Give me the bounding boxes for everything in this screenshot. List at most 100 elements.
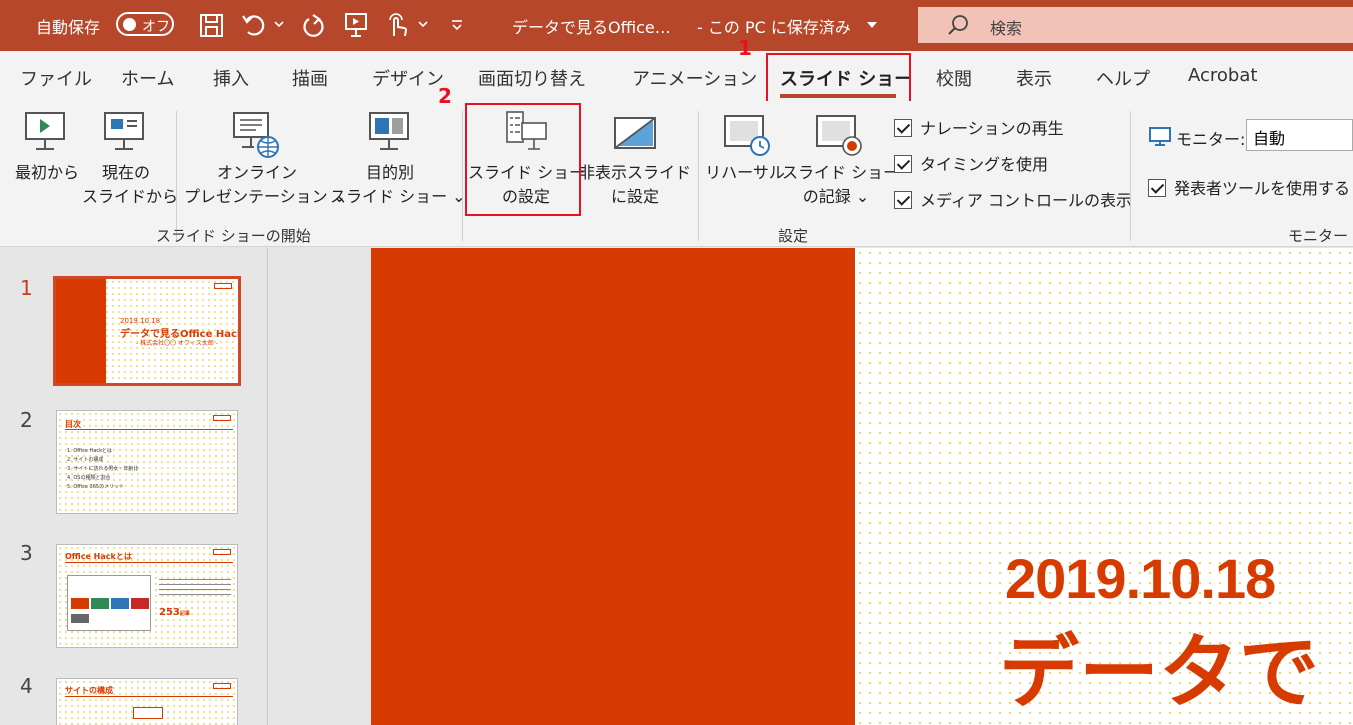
thumb-badge	[213, 549, 231, 555]
present-from-start-icon[interactable]	[343, 10, 371, 40]
autosave-label: 自動保存	[36, 18, 101, 37]
checkbox-checked	[894, 191, 912, 209]
show-media-controls-label: メディア コントロールの表示	[920, 191, 1132, 210]
toggle-knob	[123, 18, 136, 31]
tab-help[interactable]: ヘルプ	[1096, 65, 1150, 91]
thumb-tile	[131, 598, 149, 609]
thumb-badge	[214, 283, 232, 289]
thumb-screenshot	[67, 575, 151, 631]
custom-slideshow-icon	[369, 112, 409, 150]
thumb-text-lines	[159, 579, 231, 599]
slide-thumbnail-2[interactable]: 目次 1. Office Hackとは 2. サイトの構成 3. サイトに訪れる…	[56, 410, 238, 514]
record-slideshow-icon	[816, 115, 862, 156]
thumb-toc-item: 4. OSの種類と割合	[67, 475, 111, 481]
save-status[interactable]: - この PC に保存済み	[697, 14, 851, 38]
custom-slideshow-label-1: 目的別	[365, 163, 414, 182]
thumb-rule	[65, 696, 233, 697]
checkbox-checked	[894, 119, 912, 137]
thumb-stat-value: 253	[159, 607, 180, 618]
tab-animations[interactable]: アニメーション	[632, 65, 757, 91]
from-beginning-icon	[25, 112, 65, 150]
ribbon: 最初から 現在の スライドから オンライン プレゼンテーション ⌄ 目的別 スラ…	[0, 101, 1353, 247]
slide-number: 4	[20, 674, 33, 698]
thumb-node	[133, 707, 163, 719]
autosave-toggle[interactable]: オフ	[116, 12, 174, 36]
use-timings-checkbox[interactable]: タイミングを使用	[894, 151, 1048, 175]
thumb-tile	[111, 598, 129, 609]
slide-number: 3	[20, 541, 33, 565]
use-timings-label: タイミングを使用	[920, 155, 1049, 174]
tab-draw[interactable]: 描画	[292, 65, 328, 91]
thumb-tile	[71, 614, 89, 623]
thumb-toc-list: 1. Office Hackとは 2. サイトの構成 3. サイトに訪れる男女・…	[67, 447, 138, 492]
rehearse-timings-label: リハーサル	[705, 163, 785, 182]
presenter-view-label: 発表者ツールを使用する	[1174, 179, 1351, 198]
slide-date-text[interactable]: 2019.10.18	[1005, 546, 1276, 611]
from-beginning-label: 最初から	[14, 163, 79, 182]
tab-review[interactable]: 校閲	[936, 65, 972, 91]
group-label-start: スライド ショーの開始	[156, 227, 311, 245]
thumb-toc-item: 1. Office Hackとは	[67, 448, 113, 454]
monitor-select-value: 自動	[1253, 129, 1286, 148]
play-narrations-label: ナレーションの再生	[920, 119, 1064, 138]
thumb-toc-item: 2. サイトの構成	[67, 457, 104, 463]
checkbox-checked	[894, 155, 912, 173]
slide-title-text[interactable]: データで	[999, 608, 1319, 724]
from-current-icon	[104, 112, 144, 150]
tab-insert[interactable]: 挿入	[213, 65, 249, 91]
slide-thumbnail-3[interactable]: Office Hackとは 253記事	[56, 544, 238, 648]
monitor-select[interactable]: 自動	[1246, 119, 1353, 151]
show-media-controls-checkbox[interactable]: メディア コントロールの表示	[894, 187, 1132, 211]
record-slideshow-label-1: スライド ショー	[782, 163, 900, 182]
tab-view[interactable]: 表示	[1016, 65, 1052, 91]
autosave-state: オフ	[142, 19, 170, 35]
custom-slideshow-label-2: スライド ショー ⌄	[330, 187, 466, 206]
tab-file[interactable]: ファイル	[20, 65, 92, 91]
slide-thumbnail-1[interactable]: 2019.10.18 データで見るOffice Hack - 株式会社〇〇 オフ…	[53, 276, 241, 386]
online-presentation-label-1: オンライン	[216, 163, 297, 182]
highlight-box-slideshow-tab	[766, 53, 911, 105]
undo-icon[interactable]	[240, 10, 268, 40]
presenter-view-checkbox[interactable]: 発表者ツールを使用する	[1148, 175, 1350, 199]
thumb-subtitle: - 株式会社〇〇 オフィス太郎 -	[136, 340, 218, 347]
checkbox-checked	[1148, 179, 1166, 197]
save-icon[interactable]	[198, 10, 226, 40]
caret-down-icon[interactable]	[864, 10, 880, 40]
document-title: データで見るOffice…	[512, 18, 671, 37]
step-number-1: 1	[738, 36, 752, 60]
slide-editor-canvas[interactable]: 2019.10.18 データで	[371, 248, 1353, 725]
thumb-toc-item: 3. サイトに訪れる男女・年齢比	[67, 466, 139, 472]
thumb-badge	[213, 683, 231, 689]
group-label-monitor: モニター	[1288, 227, 1349, 245]
hide-slide-icon	[614, 117, 656, 149]
customize-toolbar-icon[interactable]	[448, 10, 466, 40]
hide-slide-label-1: 非表示スライド	[578, 163, 691, 182]
separator	[462, 111, 463, 241]
tab-transitions[interactable]: 画面切り替え	[478, 65, 586, 91]
slide-red-panel	[371, 248, 855, 725]
slide-thumbnail-pane[interactable]: 1 2019.10.18 データで見るOffice Hack - 株式会社〇〇 …	[0, 248, 268, 725]
title-bar: 自動保存 オフ データで見るOffice… - この PC に保存済み 検索	[0, 0, 1353, 51]
thumb-badge	[213, 415, 231, 421]
thumb-toc-item: 5. Office 365のメリット	[67, 484, 125, 490]
thumb-heading: サイトの構成	[65, 686, 113, 695]
chevron-down-icon[interactable]	[416, 10, 430, 40]
tab-home[interactable]: ホーム	[121, 65, 174, 91]
redo-icon[interactable]	[300, 10, 328, 40]
tab-design[interactable]: デザイン	[372, 65, 444, 91]
chevron-down-icon[interactable]	[272, 10, 286, 40]
search-icon	[948, 15, 968, 35]
hide-slide-label-2: に設定	[610, 187, 659, 206]
monitor-icon	[1149, 127, 1171, 146]
search-box[interactable]: 検索	[918, 7, 1353, 43]
touch-mode-icon[interactable]	[384, 10, 412, 40]
thumb-stat: 253記事	[159, 607, 190, 618]
separator	[1130, 111, 1131, 241]
group-label-setup: 設定	[778, 227, 809, 245]
play-narrations-checkbox[interactable]: ナレーションの再生	[894, 115, 1064, 139]
from-current-label-1: 現在の	[101, 163, 150, 182]
thumb-heading: Office Hackとは	[65, 552, 132, 561]
slide-thumbnail-4[interactable]: サイトの構成	[56, 678, 238, 725]
thumb-tile	[91, 598, 109, 609]
tab-acrobat[interactable]: Acrobat	[1188, 65, 1257, 86]
